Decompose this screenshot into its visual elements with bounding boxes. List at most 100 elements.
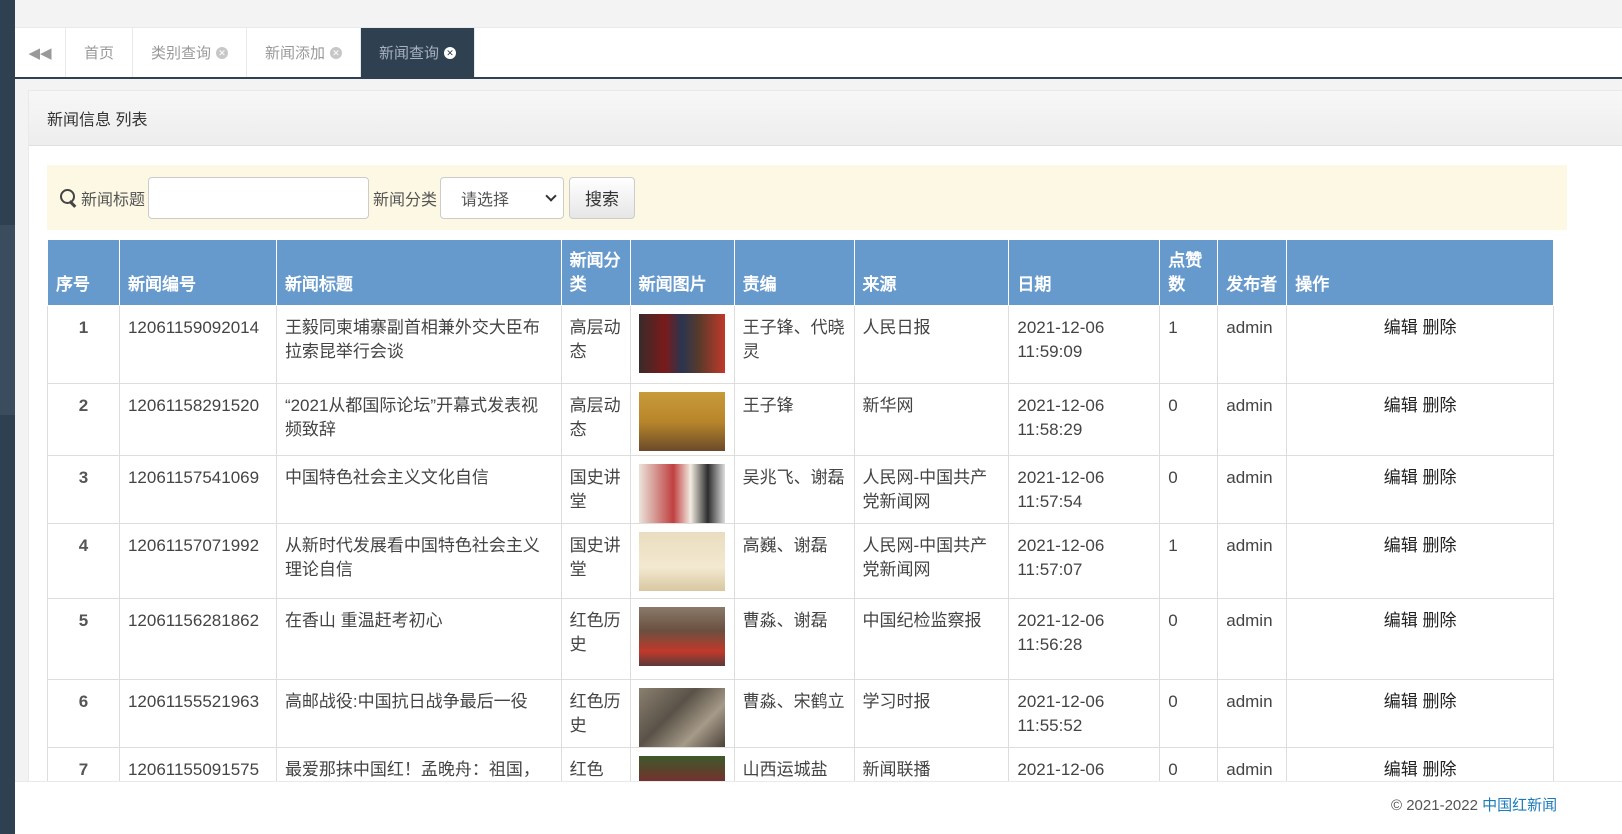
- news-date: 2021-12-06 11:57:54: [1008, 455, 1161, 524]
- row-number: 3: [47, 455, 120, 524]
- row-actions: 编辑 删除: [1286, 598, 1554, 680]
- news-publisher: admin: [1217, 305, 1288, 384]
- close-icon[interactable]: ✕: [444, 46, 457, 59]
- search-button[interactable]: 搜索: [569, 176, 636, 219]
- title-search-input[interactable]: [148, 176, 370, 219]
- footer-text: © 2021-2022 中国红新闻: [1391, 794, 1557, 815]
- news-publisher: admin: [1217, 383, 1288, 456]
- column-header[interactable]: 新闻图片: [629, 239, 735, 306]
- edit-button[interactable]: 编辑: [1384, 318, 1418, 337]
- edit-button[interactable]: 编辑: [1384, 468, 1418, 487]
- column-header[interactable]: 发布者: [1217, 239, 1288, 306]
- footer-link[interactable]: 中国红新闻: [1482, 797, 1557, 814]
- news-id: 12061156281862: [118, 598, 277, 680]
- news-title: 从新时代发展看中国特色社会主义理论自信: [275, 523, 562, 599]
- news-editor: 王子锋: [733, 383, 855, 456]
- sidebar-edge: [0, 0, 15, 834]
- table-row: 1 12061159092014 王毅同柬埔寨副首相兼外交大臣布拉索昆举行会谈 高层动…: [47, 305, 1554, 384]
- news-publisher: admin: [1217, 679, 1288, 748]
- news-publisher: admin: [1217, 598, 1288, 680]
- tab-label: 新闻查询: [379, 45, 440, 62]
- tab-label: 类别查询: [151, 45, 212, 62]
- column-header[interactable]: 日期: [1008, 239, 1161, 306]
- news-likes: 0: [1159, 455, 1219, 524]
- column-header[interactable]: 操作: [1286, 239, 1554, 306]
- edit-button[interactable]: 编辑: [1384, 692, 1418, 711]
- news-thumbnail: [638, 392, 725, 451]
- tab-news-query[interactable]: 新闻查询 ✕: [361, 28, 476, 77]
- news-image-cell: [629, 523, 735, 599]
- delete-button[interactable]: 删除: [1422, 611, 1456, 630]
- news-category: 高层动态: [560, 305, 631, 384]
- column-header[interactable]: 新闻编号: [118, 239, 277, 306]
- category-select-value: 请选择: [461, 191, 510, 209]
- delete-button[interactable]: 删除: [1422, 692, 1456, 711]
- news-editor: 王子锋、代晓灵: [733, 305, 855, 384]
- row-number: 4: [47, 523, 120, 599]
- news-thumbnail: [638, 607, 725, 666]
- tab-scroll-left-icon[interactable]: ◀◀: [15, 28, 66, 77]
- close-icon[interactable]: ✕: [216, 46, 229, 59]
- tab-label: 新闻添加: [265, 45, 326, 62]
- row-actions: 编辑 删除: [1286, 679, 1554, 748]
- news-category: 红色历史: [560, 679, 631, 748]
- column-header[interactable]: 新闻标题: [275, 239, 562, 306]
- category-label: 新闻分类: [373, 191, 438, 209]
- table-row: 5 12061156281862 在香山 重温赶考初心 红色历史 曹淼、谢磊 中国纪检监察…: [47, 598, 1554, 680]
- edit-button[interactable]: 编辑: [1384, 396, 1418, 415]
- news-likes: 0: [1159, 598, 1219, 680]
- row-actions: 编辑 删除: [1286, 305, 1554, 384]
- news-id: 12061157071992: [118, 523, 277, 599]
- edit-button[interactable]: 编辑: [1384, 760, 1418, 779]
- top-bar: [15, 0, 1622, 28]
- news-image-cell: [629, 598, 735, 680]
- news-date: 2021-12-06 11:56:28: [1008, 598, 1161, 680]
- news-title: 高邮战役:中国抗日战争最后一役: [275, 679, 562, 748]
- tab-home[interactable]: 首页: [66, 28, 134, 77]
- column-header[interactable]: 新闻分类: [560, 239, 631, 306]
- delete-button[interactable]: 删除: [1422, 396, 1456, 415]
- news-title: 中国特色社会主义文化自信: [275, 455, 562, 524]
- news-editor: 曹淼、谢磊: [733, 598, 855, 680]
- news-likes: 1: [1159, 305, 1219, 384]
- row-number: 1: [47, 305, 120, 384]
- tab-news-add[interactable]: 新闻添加 ✕: [247, 28, 362, 77]
- news-likes: 1: [1159, 523, 1219, 599]
- news-id: 12061159092014: [118, 305, 277, 384]
- news-date: 2021-12-06 11:55:52: [1008, 679, 1161, 748]
- footer: © 2021-2022 中国红新闻: [15, 781, 1622, 834]
- row-number: 5: [47, 598, 120, 680]
- column-header[interactable]: 点赞数: [1159, 239, 1219, 306]
- news-id: 12061157541069: [118, 455, 277, 524]
- news-editor: 曹淼、宋鹤立: [733, 679, 855, 748]
- table-row: 2 12061158291520 “2021从都国际论坛”开幕式发表视频致辞 高层动态…: [47, 383, 1554, 456]
- category-select[interactable]: 请选择: [440, 176, 565, 219]
- news-date: 2021-12-06 11:57:07: [1008, 523, 1161, 599]
- delete-button[interactable]: 删除: [1422, 760, 1456, 779]
- news-category: 红色历史: [560, 598, 631, 680]
- delete-button[interactable]: 删除: [1422, 318, 1456, 337]
- news-source: 人民网-中国共产党新闻网: [853, 455, 1010, 524]
- news-category: 高层动态: [560, 383, 631, 456]
- news-likes: 0: [1159, 679, 1219, 748]
- table-header-row: 序号 新闻编号 新闻标题 新闻分类 新闻图片 责编 来源 日期 点赞数 发布者 …: [47, 239, 1554, 306]
- column-header[interactable]: 序号: [47, 239, 120, 306]
- news-title: “2021从都国际论坛”开幕式发表视频致辞: [275, 383, 562, 456]
- row-actions: 编辑 删除: [1286, 383, 1554, 456]
- delete-button[interactable]: 删除: [1422, 536, 1456, 555]
- search-bar: 新闻标题 新闻分类 请选择 搜索: [47, 165, 1567, 230]
- main-area: ◀◀ 首页 类别查询 ✕ 新闻添加 ✕ 新闻查询 ✕ 新闻信息 列表 新闻标题 新闻分…: [15, 0, 1622, 834]
- news-thumbnail: [638, 464, 725, 523]
- tab-category-query[interactable]: 类别查询 ✕: [133, 28, 248, 77]
- close-icon[interactable]: ✕: [330, 46, 343, 59]
- column-header[interactable]: 责编: [733, 239, 855, 306]
- column-header[interactable]: 来源: [853, 239, 1010, 306]
- delete-button[interactable]: 删除: [1422, 468, 1456, 487]
- edit-button[interactable]: 编辑: [1384, 536, 1418, 555]
- edit-button[interactable]: 编辑: [1384, 611, 1418, 630]
- chevron-down-icon: [545, 189, 557, 202]
- tab-label: 首页: [84, 45, 115, 62]
- news-source: 中国纪检监察报: [853, 598, 1010, 680]
- news-source: 人民日报: [853, 305, 1010, 384]
- news-image-cell: [629, 383, 735, 456]
